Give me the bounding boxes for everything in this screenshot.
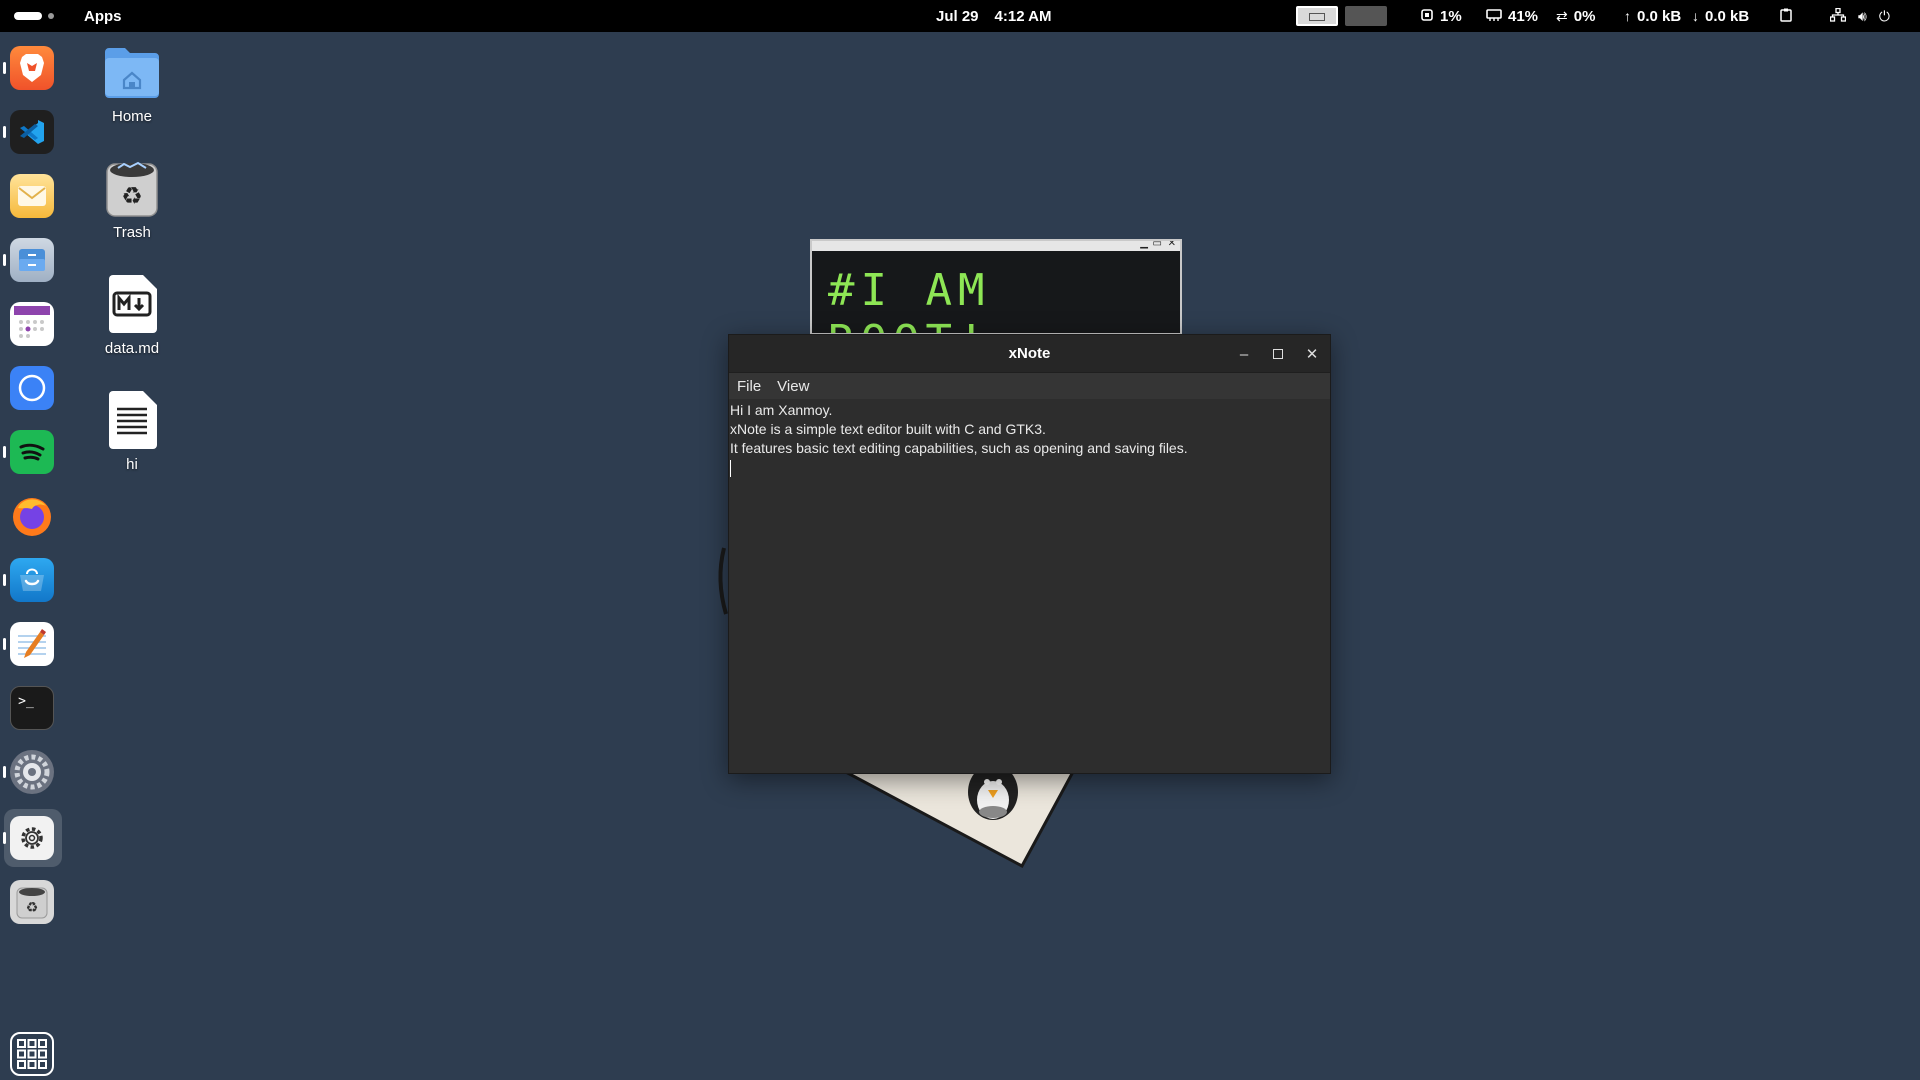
close-button[interactable]: ✕ xyxy=(1299,341,1325,367)
text-cursor xyxy=(730,459,731,477)
editor-line: Hi I am Xanmoy. xyxy=(730,402,833,418)
maximize-icon xyxy=(1273,349,1283,359)
minimize-icon[interactable]: ▁ xyxy=(1140,241,1148,249)
editor-line-cursor xyxy=(730,458,1330,477)
background-window[interactable]: ▁ ▭ ✕ #I AM ROOT!_ xyxy=(810,239,1182,335)
menu-view[interactable]: View xyxy=(777,378,809,395)
background-window-titlebar[interactable]: ▁ ▭ ✕ xyxy=(812,241,1180,251)
close-icon: ✕ xyxy=(1305,346,1319,363)
text-editor-area[interactable]: Hi I am Xanmoy. xNote is a simple text e… xyxy=(729,399,1330,477)
editor-line: It features basic text editing capabilit… xyxy=(730,440,1188,456)
close-icon[interactable]: ✕ xyxy=(1168,241,1176,249)
menu-file[interactable]: File xyxy=(737,378,761,395)
root-text: #I AM ROOT!_ xyxy=(828,265,1017,333)
maximize-button[interactable] xyxy=(1265,341,1291,367)
menu-bar: File View xyxy=(729,373,1330,399)
minimize-button[interactable]: – xyxy=(1231,341,1257,367)
minimize-icon: – xyxy=(1239,345,1249,363)
maximize-icon[interactable]: ▭ xyxy=(1153,241,1162,249)
wallpaper-paper xyxy=(841,768,1077,869)
xnote-titlebar[interactable]: xNote – ✕ xyxy=(729,335,1330,373)
xnote-window[interactable]: xNote – ✕ File View Hi I am Xanmoy. xNot… xyxy=(728,334,1331,774)
editor-line: xNote is a simple text editor built with… xyxy=(730,421,1046,437)
wallpaper-edge xyxy=(718,547,728,615)
